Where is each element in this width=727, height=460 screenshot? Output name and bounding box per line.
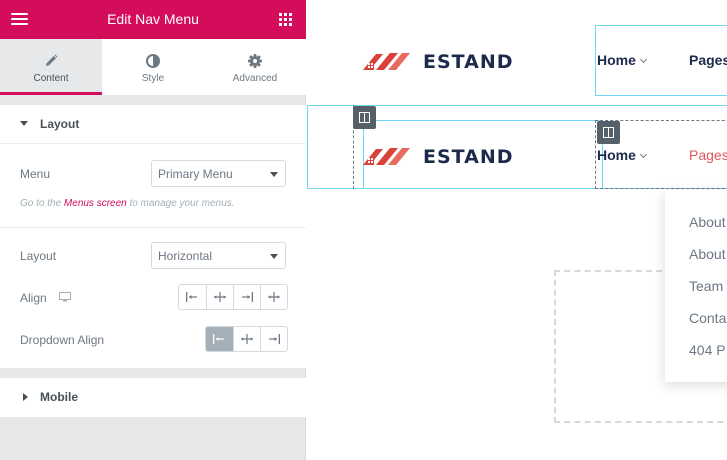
caret-right-icon xyxy=(23,393,28,401)
section-divider xyxy=(0,227,306,228)
column-handle[interactable] xyxy=(597,121,620,144)
preview-canvas: ESTAND Home Pages ESTAND Home Pages Abou… xyxy=(307,0,727,460)
align-label: Align xyxy=(20,291,47,305)
dropdown-align-center-button[interactable] xyxy=(233,327,260,351)
tab-style-label: Style xyxy=(141,73,165,84)
caret-down-icon xyxy=(20,121,28,126)
layout-section-title: Layout xyxy=(40,117,80,131)
dropdown-item[interactable]: 404 P xyxy=(689,342,726,358)
align-right-icon xyxy=(242,292,253,302)
align-justify-icon xyxy=(268,292,280,302)
nav-link-label: Pages xyxy=(689,52,727,68)
dropdown-arrow-icon xyxy=(270,254,278,259)
house-roof-icon xyxy=(363,148,410,165)
layout-select[interactable]: Horizontal xyxy=(151,242,286,269)
align-left-icon xyxy=(186,292,197,302)
panel-tabs: Content Style Advanced xyxy=(0,39,306,95)
align-center-button[interactable] xyxy=(206,285,233,309)
pencil-icon xyxy=(46,54,58,66)
mobile-section-title: Mobile xyxy=(40,390,78,404)
nav-link-label: Pages xyxy=(689,147,727,163)
layout-section-header[interactable]: Layout xyxy=(0,105,306,144)
align-justify-button[interactable] xyxy=(260,285,287,309)
dropdown-align-right-button[interactable] xyxy=(260,327,287,351)
nav-link-home-top[interactable]: Home xyxy=(597,52,647,68)
tab-style[interactable]: Style xyxy=(102,39,204,95)
mobile-section-header[interactable]: Mobile xyxy=(0,378,306,417)
tab-advanced-label: Advanced xyxy=(232,73,278,84)
align-right-icon xyxy=(269,334,280,344)
dropdown-align-label: Dropdown Align xyxy=(20,333,105,347)
dropdown-item[interactable]: Conta xyxy=(689,310,726,326)
panel-header: Edit Nav Menu xyxy=(0,0,306,39)
editor-window: Edit Nav Menu Content Style Advanced Lay… xyxy=(0,0,727,460)
editor-panel: Edit Nav Menu Content Style Advanced Lay… xyxy=(0,0,306,460)
nav-link-label: Home xyxy=(597,147,636,163)
house-roof-icon xyxy=(363,53,410,70)
monitor-icon[interactable] xyxy=(59,292,71,302)
nav-link-pages-top[interactable]: Pages xyxy=(689,52,727,68)
layout-label: Layout xyxy=(20,249,57,263)
chevron-down-icon xyxy=(639,150,647,159)
half-circle-icon xyxy=(146,54,160,68)
menus-screen-link[interactable]: Menus screen xyxy=(64,198,127,209)
align-center-icon xyxy=(241,334,253,344)
pages-dropdown-menu: About About Team Conta 404 P xyxy=(665,190,727,382)
columns-icon xyxy=(603,127,614,138)
columns-icon xyxy=(359,112,370,123)
dropdown-item[interactable]: Team xyxy=(689,278,723,294)
widgets-grid-icon[interactable] xyxy=(279,13,292,26)
dropdown-item[interactable]: About xyxy=(689,214,726,230)
brand-name: ESTAND xyxy=(423,146,514,168)
align-button-group xyxy=(178,284,288,310)
chevron-down-icon xyxy=(639,55,647,64)
dropdown-arrow-icon xyxy=(270,172,278,177)
tab-content[interactable]: Content xyxy=(0,39,102,95)
align-right-button[interactable] xyxy=(233,285,260,309)
nav-link-home-bottom[interactable]: Home xyxy=(597,147,647,163)
panel-title: Edit Nav Menu xyxy=(107,11,199,27)
gear-icon xyxy=(248,54,262,68)
hint-text-before: Go to the xyxy=(20,198,64,209)
layout-select-value: Horizontal xyxy=(158,249,213,263)
brand-name: ESTAND xyxy=(423,51,514,73)
tab-content-label: Content xyxy=(33,73,69,84)
menu-select-value: Primary Menu xyxy=(158,167,233,181)
menu-label: Menu xyxy=(20,167,51,181)
menu-select[interactable]: Primary Menu xyxy=(151,160,286,187)
menu-hint: Go to the Menus screen to manage your me… xyxy=(20,198,235,209)
nav-link-label: Home xyxy=(597,52,636,68)
dropdown-item[interactable]: About xyxy=(689,246,726,262)
dropdown-align-button-group xyxy=(205,326,288,352)
align-center-icon xyxy=(214,292,226,302)
align-left-icon xyxy=(213,334,224,344)
tab-advanced[interactable]: Advanced xyxy=(204,39,306,95)
hint-text-after: to manage your menus. xyxy=(126,198,235,209)
align-left-button[interactable] xyxy=(179,285,206,309)
nav-link-pages-bottom[interactable]: Pages xyxy=(689,147,727,163)
mobile-section: Mobile xyxy=(0,378,306,417)
section-handle[interactable] xyxy=(353,106,376,129)
dropdown-align-left-button[interactable] xyxy=(206,327,233,351)
